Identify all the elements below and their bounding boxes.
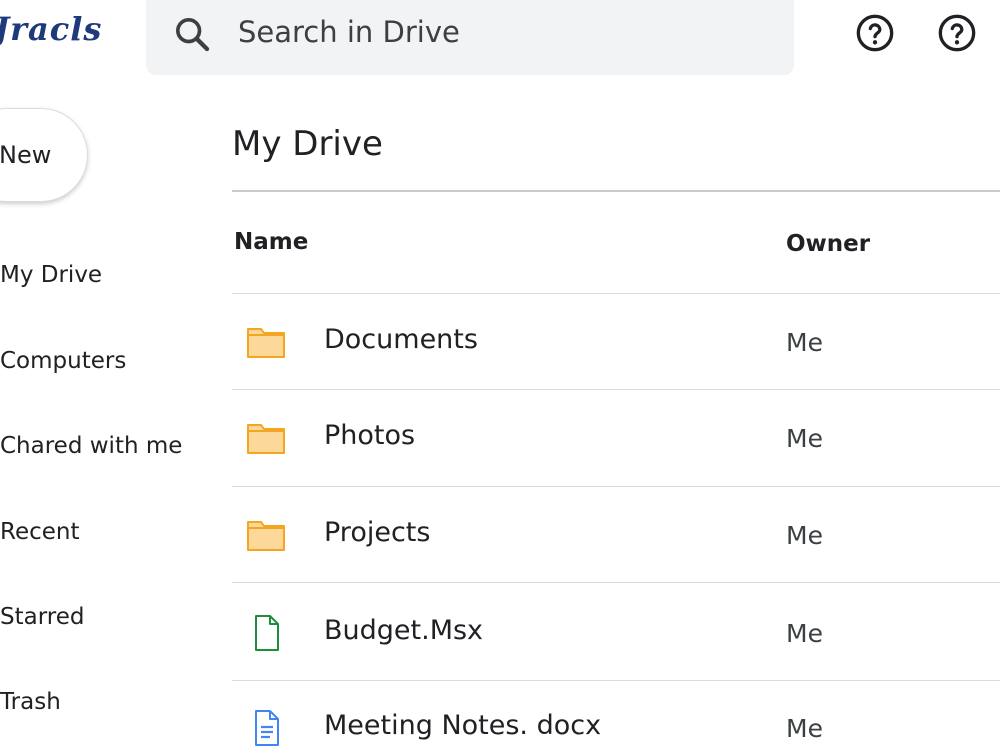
file-name: Meeting Notes. docx	[324, 710, 602, 741]
file-row-documents[interactable]: Documents Me	[232, 294, 1000, 390]
sidebar-item-computers[interactable]: Computers	[0, 348, 126, 374]
file-owner: Me	[786, 714, 823, 743]
page-title: My Drive	[232, 124, 383, 164]
file-owner: Me	[786, 328, 823, 357]
search-icon[interactable]	[172, 14, 212, 54]
search-bar[interactable]	[146, 0, 794, 75]
file-name: Projects	[324, 517, 431, 548]
sidebar-item-my-drive[interactable]: My Drive	[0, 262, 102, 288]
folder-icon	[247, 328, 285, 358]
drive-app: Jracls New My Drive Computers Chared wit…	[0, 0, 1000, 750]
help-icon[interactable]	[855, 13, 895, 53]
top-bar: Jracls	[0, 0, 1000, 80]
file-name: Photos	[324, 420, 416, 451]
file-owner: Me	[786, 619, 823, 648]
document-file-icon	[255, 710, 279, 746]
search-input[interactable]	[238, 12, 758, 52]
new-button[interactable]: New	[0, 108, 88, 202]
file-row-photos[interactable]: Photos Me	[232, 390, 1000, 486]
sidebar-item-trash[interactable]: Trash	[0, 689, 61, 715]
sidebar-item-shared-with-me[interactable]: Chared with me	[0, 433, 182, 459]
file-name: Budget.Msx	[324, 615, 484, 646]
file-name: Documents	[324, 324, 478, 355]
file-owner: Me	[786, 424, 823, 453]
help-icon[interactable]	[937, 13, 977, 53]
title-divider	[232, 190, 1000, 192]
file-row-projects[interactable]: Projects Me	[232, 487, 1000, 583]
sidebar-item-recent[interactable]: Recent	[0, 519, 80, 545]
folder-icon	[247, 424, 285, 454]
file-row-budget[interactable]: Budget.Msx Me	[232, 585, 1000, 681]
file-owner: Me	[786, 521, 823, 550]
app-logo[interactable]: Jracls	[0, 10, 102, 48]
spreadsheet-file-icon	[255, 615, 279, 651]
column-header-name[interactable]: Name	[234, 229, 308, 255]
sidebar-item-starred[interactable]: Starred	[0, 604, 84, 630]
row-divider	[232, 582, 1000, 583]
file-row-meeting-notes[interactable]: Meeting Notes. docx Me	[232, 680, 1000, 750]
folder-icon	[247, 521, 285, 551]
column-header-owner[interactable]: Owner	[786, 231, 870, 257]
